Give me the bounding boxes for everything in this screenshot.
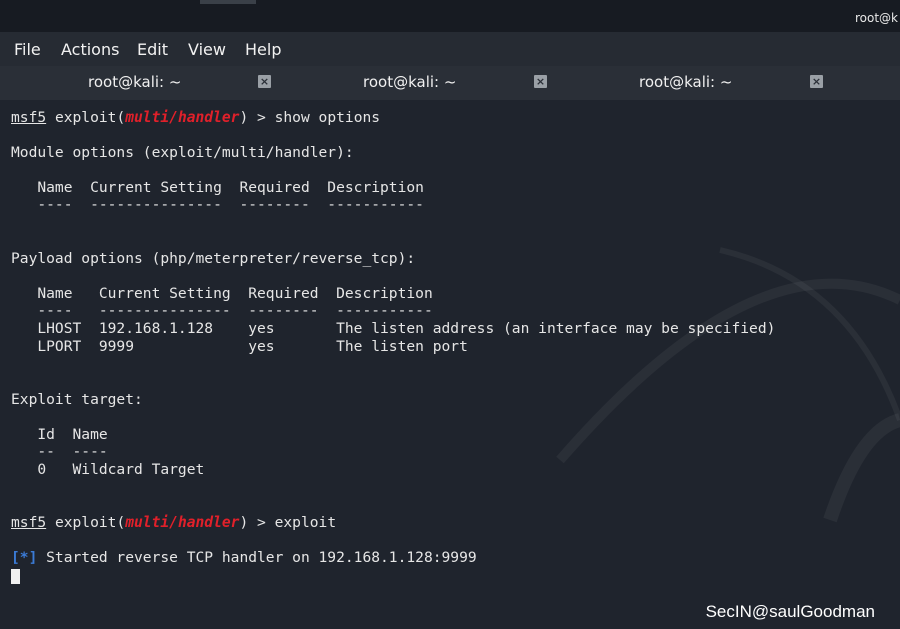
tab-label: root@kali: ~: [88, 73, 182, 91]
prompt-prefix: msf5: [11, 514, 47, 531]
menu-bar: File Actions Edit View Help: [0, 32, 900, 66]
payload-row-lhost: LHOST 192.168.1.128 yes The listen addre…: [11, 320, 776, 337]
exploit-target-row: 0 Wildcard Target: [11, 461, 205, 478]
desktop-top-bar: root@k: [0, 0, 900, 32]
status-text: Started reverse TCP handler on 192.168.1…: [37, 549, 477, 566]
status-marker: [*]: [11, 549, 38, 566]
module-options-heading: Module options (exploit/multi/handler):: [11, 144, 354, 161]
exploit-target-heading: Exploit target:: [11, 391, 143, 408]
desktop-user-label: root@k: [854, 11, 898, 25]
terminal-tab-bar: root@kali: ~ × root@kali: ~ × root@kali:…: [0, 66, 900, 100]
prompt-text: exploit(: [46, 109, 126, 126]
payload-options-divider: ---- --------------- -------- ----------…: [11, 302, 433, 319]
menu-help[interactable]: Help: [245, 40, 281, 59]
command-text: ) > exploit: [239, 514, 337, 531]
tab-terminal-2[interactable]: root@kali: ~ ×: [276, 66, 552, 100]
tab-label: root@kali: ~: [363, 73, 457, 91]
terminal-output[interactable]: msf5 exploit(multi/handler) > show optio…: [11, 105, 900, 584]
payload-options-header: Name Current Setting Required Descriptio…: [11, 285, 433, 302]
command-line-show-options: msf5 exploit(multi/handler) > show optio…: [11, 109, 380, 127]
module-options-divider: ---- --------------- -------- ----------…: [11, 196, 424, 213]
desktop-taskbar-tab[interactable]: [200, 0, 256, 4]
payload-row-lport: LPORT 9999 yes The listen port: [11, 338, 468, 355]
menu-edit[interactable]: Edit: [137, 40, 168, 59]
menu-actions[interactable]: Actions: [61, 40, 119, 59]
tab-terminal-3[interactable]: root@kali: ~ ×: [552, 66, 828, 100]
module-name: multi/handler: [125, 514, 240, 531]
terminal-cursor: [11, 569, 20, 584]
prompt-prefix: msf5: [11, 109, 47, 126]
close-icon[interactable]: ×: [534, 75, 547, 88]
payload-options-heading: Payload options (php/meterpreter/reverse…: [11, 250, 416, 267]
exploit-target-header: Id Name: [11, 426, 108, 443]
exploit-target-divider: -- ----: [11, 443, 108, 460]
tab-label: root@kali: ~: [639, 73, 733, 91]
command-text: ) > show options: [239, 109, 381, 126]
module-name: multi/handler: [125, 109, 240, 126]
tab-terminal-1[interactable]: root@kali: ~ ×: [0, 66, 276, 100]
menu-file[interactable]: File: [14, 40, 41, 59]
watermark-text: SecIN@saulGoodman: [705, 602, 875, 621]
close-icon[interactable]: ×: [810, 75, 823, 88]
prompt-text: exploit(: [46, 514, 126, 531]
menu-view[interactable]: View: [188, 40, 226, 59]
status-line: [*] Started reverse TCP handler on 192.1…: [11, 549, 477, 567]
command-line-exploit: msf5 exploit(multi/handler) > exploit: [11, 514, 336, 532]
module-options-header: Name Current Setting Required Descriptio…: [11, 179, 424, 196]
close-icon[interactable]: ×: [258, 75, 271, 88]
